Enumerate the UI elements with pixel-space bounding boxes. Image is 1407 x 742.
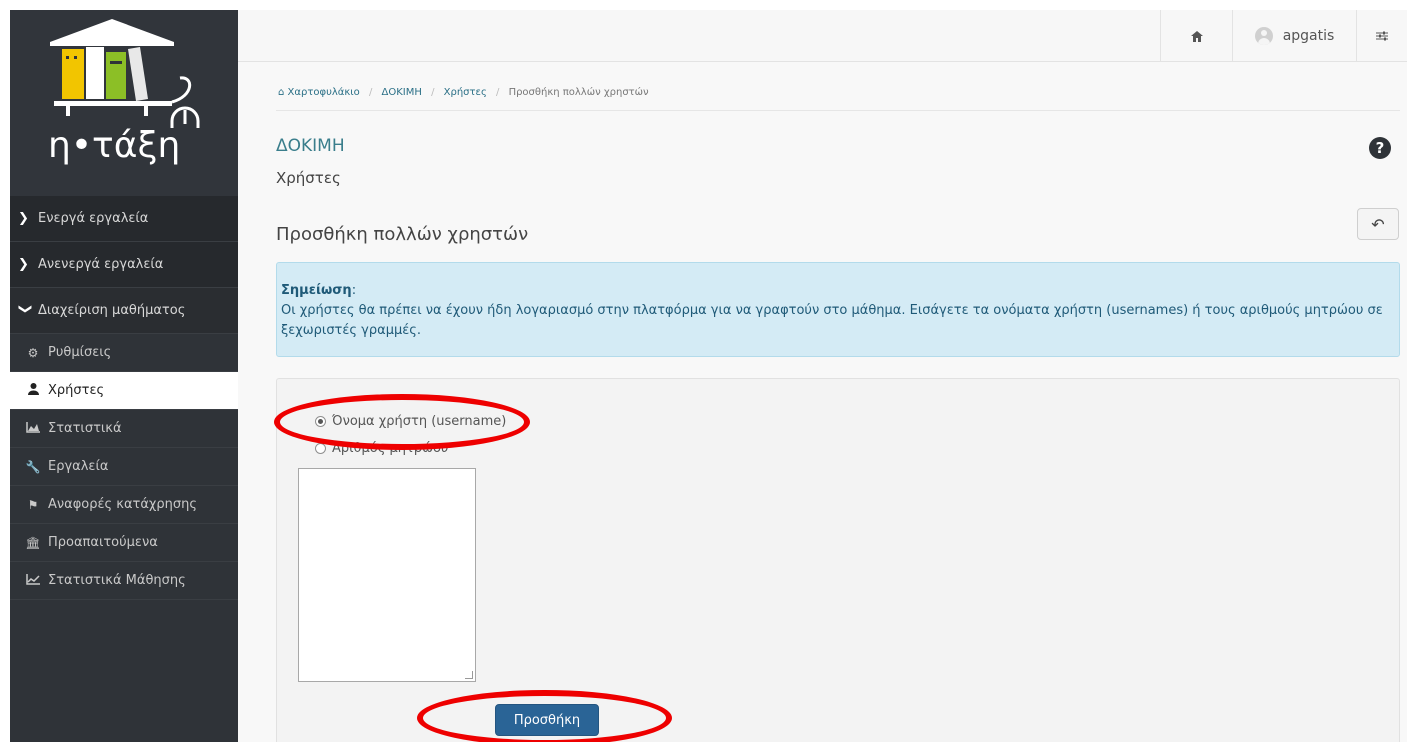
help-icon[interactable]: ? xyxy=(1369,137,1391,159)
sidebar-item-label: Ρυθμίσεις xyxy=(48,345,112,360)
back-button[interactable]: ↶ xyxy=(1357,208,1399,240)
usernames-textarea[interactable] xyxy=(298,468,476,682)
resize-grip-icon[interactable] xyxy=(465,671,473,679)
form-panel: Όνομα χρήστη (username) Αριθμός μητρώου … xyxy=(276,378,1400,742)
sidebar-section-inactive-tools[interactable]: ❯ Ανενεργά εργαλεία xyxy=(10,242,238,288)
home-icon xyxy=(1190,30,1203,42)
gears-icon: ⚙ xyxy=(27,345,39,360)
user-menu[interactable]: apgatis xyxy=(1232,10,1356,62)
home-button[interactable] xyxy=(1160,10,1232,62)
flag-icon: ⚑ xyxy=(27,497,39,512)
logo-text: η•τάξη xyxy=(48,125,181,166)
course-title[interactable]: ΔΟΚΙΜΗ xyxy=(276,136,345,156)
chevron-right-icon: ❯ xyxy=(18,211,29,226)
sidebar-item-label: Στατιστικά Μάθησης xyxy=(48,573,186,588)
alert-text: Οι χρήστες θα πρέπει να έχουν ήδη λογαρι… xyxy=(281,303,1383,338)
breadcrumb-users[interactable]: Χρήστες xyxy=(444,87,487,98)
sidebar-item-label: Αναφορές κατάχρησης xyxy=(48,497,198,512)
alert-title: Σημείωση xyxy=(281,283,352,298)
wrench-icon: 🔧 xyxy=(25,459,41,474)
chevron-down-icon: ❯ xyxy=(17,303,33,315)
breadcrumb-separator: / xyxy=(368,87,373,98)
line-chart-icon xyxy=(24,573,42,588)
topbar: apgatis xyxy=(238,10,1407,62)
sidebar-section-label: Ανενεργά εργαλεία xyxy=(38,257,164,272)
sidebar-item-users[interactable]: Χρήστες xyxy=(10,372,238,410)
radio-username-row[interactable]: Όνομα χρήστη (username) xyxy=(315,414,506,429)
sidebar-item-statistics[interactable]: Στατιστικά xyxy=(10,410,238,448)
sidebar-item-learning-analytics[interactable]: Στατιστικά Μάθησης xyxy=(10,562,238,600)
sliders-icon xyxy=(1376,31,1388,41)
sidebar-section-course-admin[interactable]: ❯ Διαχείριση μαθήματος xyxy=(10,288,238,334)
breadcrumb-course[interactable]: ΔΟΚΙΜΗ xyxy=(382,87,422,98)
reply-arrow-icon: ↶ xyxy=(1371,214,1385,234)
radio-username[interactable] xyxy=(315,416,326,427)
username: apgatis xyxy=(1282,28,1335,44)
sidebar-section-active-tools[interactable]: ❯ Ενεργά εργαλεία xyxy=(10,196,238,242)
submit-button[interactable]: Προσθήκη xyxy=(495,704,599,736)
alert-colon: : xyxy=(351,283,357,298)
breadcrumb: ⌂ Χαρτοφυλάκιο / ΔΟΚΙΜΗ / Χρήστες / Προσ… xyxy=(278,87,649,98)
radio-username-label: Όνομα χρήστη (username) xyxy=(332,414,507,429)
breadcrumb-label: Χαρτοφυλάκιο xyxy=(287,87,360,98)
sidebar-item-label: Στατιστικά xyxy=(48,421,122,436)
breadcrumb-separator: / xyxy=(496,87,500,98)
chevron-right-icon: ❯ xyxy=(18,257,29,272)
sidebar-item-label: Εργαλεία xyxy=(48,459,109,474)
eclass-logo-icon xyxy=(50,19,200,128)
sidebar-item-label: Χρήστες xyxy=(48,383,105,398)
sidebar-section-label: Διαχείριση μαθήματος xyxy=(38,303,186,318)
settings-button[interactable] xyxy=(1356,10,1407,62)
radio-am[interactable] xyxy=(315,443,326,454)
course-subtitle: Χρήστες xyxy=(276,169,341,187)
user-icon xyxy=(24,383,42,398)
radio-am-label: Αριθμός μητρώου xyxy=(332,441,449,456)
sidebar-item-abuse-reports[interactable]: ⚑ Αναφορές κατάχρησης xyxy=(10,486,238,524)
sidebar-section-label: Ενεργά εργαλεία xyxy=(38,211,149,226)
sidebar: η•τάξη ❯ Ενεργά εργαλεία ❯ Ανενεργά εργα… xyxy=(10,10,238,742)
radio-am-row[interactable]: Αριθμός μητρώου xyxy=(315,441,448,456)
sidebar-item-label: Προαπαιτούμενα xyxy=(48,535,158,550)
sidebar-item-prerequisites[interactable]: 🏛 Προαπαιτούμενα xyxy=(10,524,238,562)
sidebar-item-settings[interactable]: ⚙ Ρυθμίσεις xyxy=(10,334,238,372)
breadcrumb-portfolio[interactable]: ⌂ Χαρτοφυλάκιο xyxy=(278,87,360,98)
breadcrumb-current: Προσθήκη πολλών χρηστών xyxy=(508,87,649,98)
avatar xyxy=(1254,27,1273,45)
institution-icon: 🏛 xyxy=(25,535,41,550)
sidebar-item-tools[interactable]: 🔧 Εργαλεία xyxy=(10,448,238,486)
home-icon: ⌂ xyxy=(278,87,285,98)
area-chart-icon xyxy=(24,421,42,436)
page-title: Προσθήκη πολλών χρηστών xyxy=(276,224,529,245)
info-alert: Σημείωση: Οι χρήστες θα πρέπει να έχουν … xyxy=(276,262,1400,357)
divider xyxy=(276,110,1400,111)
main-content: ⌂ Χαρτοφυλάκιο / ΔΟΚΙΜΗ / Χρήστες / Προσ… xyxy=(238,62,1407,742)
logo[interactable]: η•τάξη xyxy=(10,10,238,196)
breadcrumb-separator: / xyxy=(431,87,435,98)
